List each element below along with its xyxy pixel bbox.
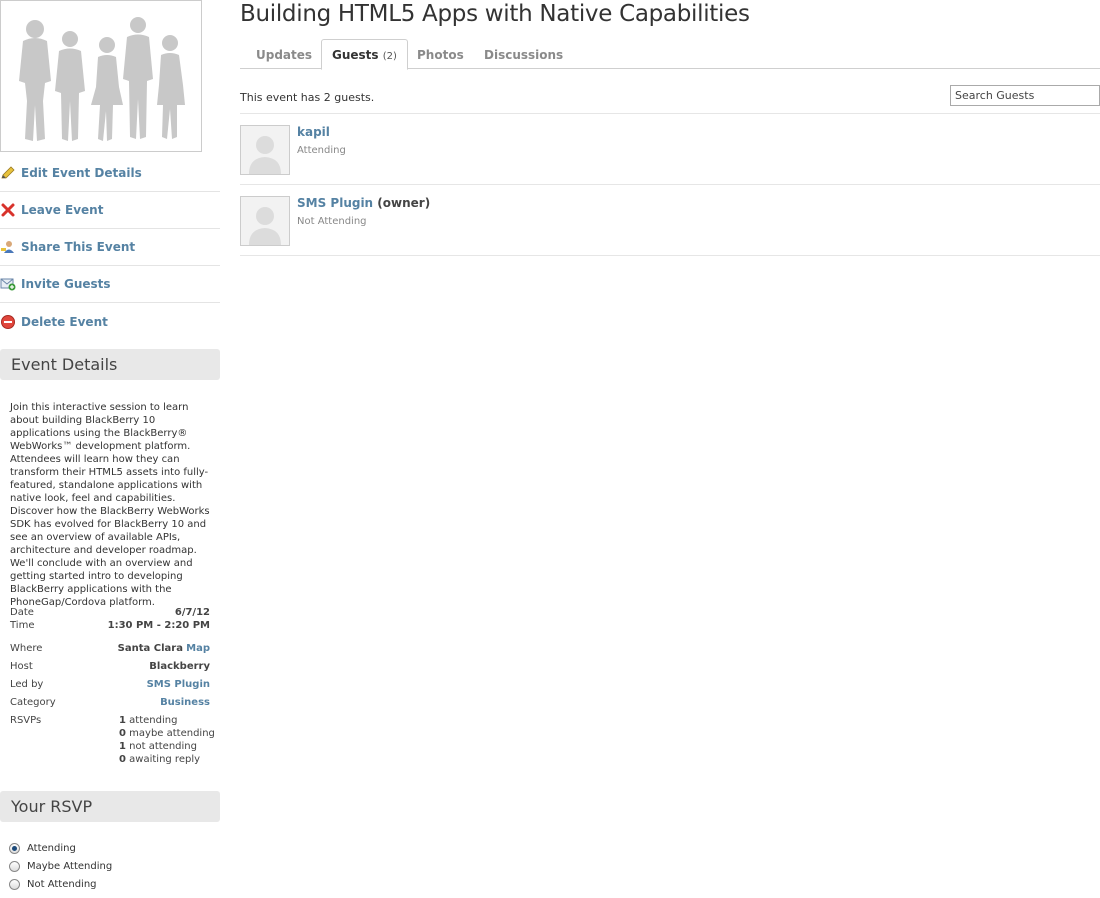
detail-value: 6/7/12	[174, 607, 210, 618]
invite-guests-button[interactable]: Invite Guests	[0, 266, 220, 303]
share-person-icon	[0, 239, 16, 255]
rsvp-radio-attending[interactable]	[9, 842, 20, 854]
guest-role: (owner)	[377, 196, 431, 210]
detail-label: Where	[10, 643, 43, 654]
event-description: Join this interactive session to learn a…	[10, 402, 210, 608]
action-label: Share This Event	[21, 240, 136, 254]
search-guests-input[interactable]	[950, 85, 1100, 106]
delete-event-button[interactable]: Delete Event	[0, 303, 220, 340]
tab-guests[interactable]: Guests (2)	[321, 39, 408, 70]
guest-name-link: SMS Plugin (owner)	[297, 196, 430, 210]
detail-where: Where Santa Clara Map	[10, 642, 210, 655]
action-label: Edit Event Details	[21, 166, 142, 180]
page-title: Building HTML5 Apps with Native Capabili…	[240, 1, 750, 27]
rsvp-radio-maybe-attending[interactable]	[9, 860, 20, 872]
guest-row: kapil Attending	[240, 114, 1100, 185]
tab-label: Discussions	[484, 48, 564, 62]
category-link[interactable]: Business	[160, 696, 210, 709]
detail-label: Time	[10, 620, 35, 631]
delete-circle-icon	[0, 314, 16, 330]
guest-summary: This event has 2 guests.	[240, 91, 375, 104]
tab-updates[interactable]: Updates	[256, 39, 312, 69]
rsvp-label: Not Attending	[27, 878, 97, 890]
pencil-icon	[0, 165, 16, 181]
rsvp-options: Attending Maybe Attending Not Attending	[9, 839, 112, 893]
your-rsvp-header: Your RSVP	[0, 791, 220, 822]
share-this-event-button[interactable]: Share This Event	[0, 229, 220, 266]
default-avatar-icon	[241, 126, 289, 174]
red-x-icon	[0, 202, 16, 218]
tab-label: Updates	[256, 48, 313, 62]
rsvp-count-row: 0 maybe attending	[119, 728, 215, 739]
detail-label: Led by	[10, 679, 44, 690]
action-label: Leave Event	[21, 203, 104, 217]
detail-date: Date 6/7/12	[10, 606, 210, 619]
tab-count: (2)	[382, 51, 397, 62]
rsvp-count-row: 1 attending	[119, 715, 178, 726]
event-photo	[0, 0, 202, 152]
rsvp-radio-not-attending[interactable]	[9, 878, 20, 890]
detail-value-group: Santa Clara Map	[118, 642, 210, 655]
detail-label: RSVPs	[10, 715, 42, 726]
detail-label: Category	[10, 697, 56, 708]
avatar[interactable]	[240, 196, 290, 246]
avatar[interactable]	[240, 125, 290, 175]
envelope-plus-icon	[0, 276, 16, 292]
guest-status: Attending	[297, 145, 346, 156]
rsvp-count-row: 1 not attending	[119, 741, 197, 752]
detail-value: 1:30 PM - 2:20 PM	[107, 620, 210, 631]
event-actions: Edit Event Details Leave Event Share Thi…	[0, 155, 220, 340]
detail-value: Blackberry	[149, 661, 210, 672]
rsvp-option-maybe-attending[interactable]: Maybe Attending	[9, 857, 112, 875]
led-by-link[interactable]: SMS Plugin	[147, 678, 210, 691]
tab-discussions[interactable]: Discussions	[484, 39, 563, 69]
rsvp-option-not-attending[interactable]: Not Attending	[9, 875, 112, 893]
leave-event-button[interactable]: Leave Event	[0, 192, 220, 229]
guest-name-link[interactable]: kapil	[297, 125, 330, 139]
tab-label: Guests	[332, 48, 379, 62]
rsvp-counts: 1 attending 0 maybe attending 1 not atte…	[119, 714, 215, 766]
detail-host: Host Blackberry	[10, 660, 210, 673]
guest-status: Not Attending	[297, 216, 367, 227]
detail-label: Date	[10, 607, 34, 618]
guest-name-text[interactable]: SMS Plugin	[297, 196, 373, 210]
tab-label: Photos	[417, 48, 464, 62]
rsvp-label: Maybe Attending	[27, 860, 113, 872]
action-label: Invite Guests	[21, 277, 111, 291]
action-label: Delete Event	[21, 314, 108, 329]
people-silhouette-icon	[19, 17, 185, 141]
edit-event-details-button[interactable]: Edit Event Details	[0, 155, 220, 192]
tab-photos[interactable]: Photos	[417, 39, 464, 69]
rsvp-count-row: 0 awaiting reply	[119, 754, 201, 765]
detail-label: Host	[10, 661, 33, 672]
guest-list: kapil Attending SMS Plugin (owner) Not A…	[240, 113, 1100, 256]
event-details-header: Event Details	[0, 349, 220, 380]
default-avatar-icon	[241, 197, 289, 245]
tab-bar: Updates Guests (2) Photos Discussions	[240, 39, 1100, 70]
detail-category: Category Business	[10, 696, 210, 709]
detail-rsvps: RSVPs	[10, 714, 110, 727]
detail-time: Time 1:30 PM - 2:20 PM	[10, 619, 210, 632]
rsvp-option-attending[interactable]: Attending	[9, 839, 112, 857]
detail-led-by: Led by SMS Plugin	[10, 678, 210, 691]
rsvp-label: Attending	[27, 842, 76, 854]
guest-row: SMS Plugin (owner) Not Attending	[240, 185, 1100, 256]
detail-value: Santa Clara	[117, 643, 183, 654]
map-link[interactable]: Map	[186, 643, 210, 654]
